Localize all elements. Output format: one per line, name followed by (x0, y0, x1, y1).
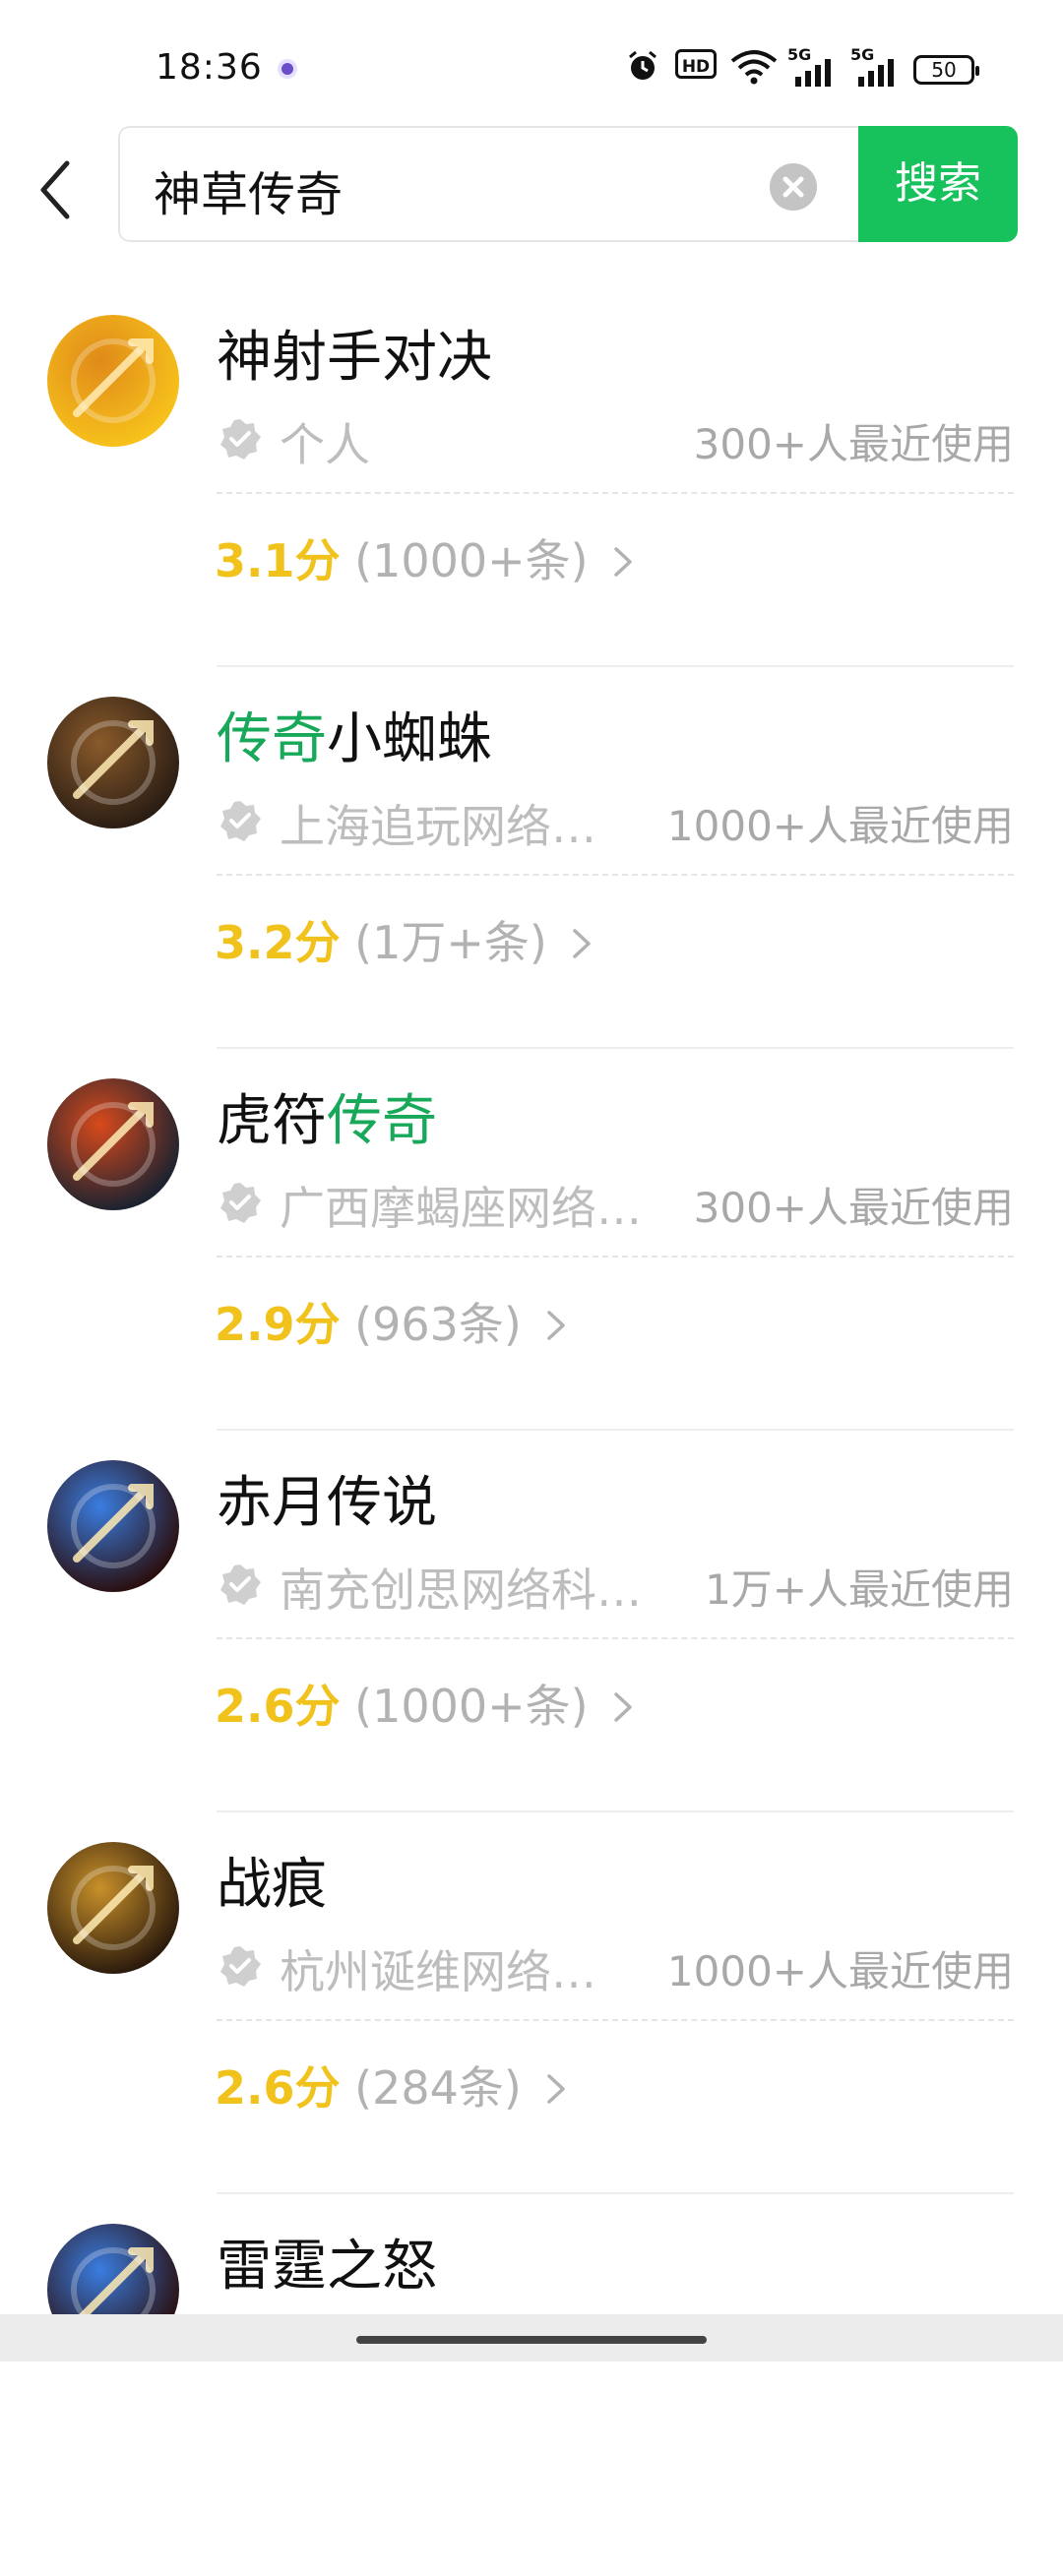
review-count: (284条) (354, 2061, 522, 2115)
recent-users-count: 1000+人最近使用 (666, 802, 1014, 850)
chevron-right-icon (614, 547, 633, 577)
rating-link[interactable]: 2.9分 (963条) (215, 1289, 569, 1354)
rating-score: 3.2分 (215, 916, 341, 969)
review-count: (1000+条) (354, 534, 589, 587)
status-bar: 18:36 HD 5G 5G 50 (0, 0, 1063, 118)
result-title-prefix: 神射手对决 (217, 326, 492, 390)
rating-link[interactable]: 2.6分 (1000+条) (215, 1671, 636, 1736)
chevron-right-icon (614, 1692, 633, 1722)
recent-users-count: 300+人最近使用 (693, 420, 1014, 468)
notification-dot-icon (278, 59, 297, 79)
colorful-dragon-game-icon[interactable] (47, 1460, 179, 1592)
result-item[interactable]: 战痕 杭州诞维网络… 1000+人最近使用 2.6分 (284条) (0, 1812, 1063, 2194)
legend-glyph-game-icon[interactable] (47, 1842, 179, 1974)
result-title-suffix: 小蜘蛛 (327, 707, 492, 771)
hd-voice-icon: HD (675, 49, 717, 79)
cellular-signal-2-icon: 5G (850, 45, 902, 89)
rating-link[interactable]: 3.2分 (1万+条) (215, 907, 594, 972)
rating-link[interactable]: 2.6分 (284条) (215, 2053, 569, 2117)
cellular-signal-1-icon: 5G (787, 45, 839, 89)
review-count: (963条) (354, 1298, 522, 1351)
bow-arrow-game-icon[interactable] (47, 315, 179, 447)
result-item[interactable]: 雷霆之怒 (0, 2194, 1063, 2576)
search-results-list: 神射手对决 个人 300+人最近使用 3.1分 (1000+条) 传奇小蜘蛛 上… (0, 285, 1063, 2576)
result-title[interactable]: 传奇小蜘蛛 (217, 695, 492, 774)
result-title[interactable]: 雷霆之怒 (217, 2222, 437, 2301)
rating-link[interactable]: 3.1分 (1000+条) (215, 525, 636, 590)
developer-name: 个人 (280, 418, 370, 471)
chevron-right-icon (547, 1311, 566, 1340)
result-item[interactable]: 神射手对决 个人 300+人最近使用 3.1分 (1000+条) (0, 285, 1063, 667)
wifi-icon (730, 50, 778, 85)
result-title[interactable]: 虎符传奇 (217, 1076, 437, 1156)
result-title[interactable]: 战痕 (217, 1840, 327, 1920)
dragon-glyph-game-icon[interactable] (47, 697, 179, 828)
result-title-highlight: 传奇 (327, 1089, 437, 1153)
result-title-prefix: 雷霆之怒 (217, 2235, 437, 2299)
result-item[interactable]: 传奇小蜘蛛 上海追玩网络… 1000+人最近使用 3.2分 (1万+条) (0, 667, 1063, 1049)
verified-badge-icon (220, 801, 261, 841)
verified-badge-icon (220, 1564, 261, 1605)
result-item[interactable]: 赤月传说 南充创思网络科… 1万+人最近使用 2.6分 (1000+条) (0, 1431, 1063, 1812)
navigation-bar (0, 2314, 1063, 2361)
chevron-right-icon (547, 2074, 566, 2104)
status-time: 18:36 (156, 47, 263, 88)
developer-name: 南充创思网络科… (280, 1564, 642, 1617)
result-title[interactable]: 赤月传说 (217, 1458, 437, 1538)
review-count: (1万+条) (354, 916, 547, 969)
search-query-text[interactable]: 神草传奇 (154, 155, 343, 224)
developer-name: 杭州诞维网络… (280, 1945, 596, 1998)
result-item[interactable]: 虎符传奇 广西摩蝎座网络… 300+人最近使用 2.9分 (963条) (0, 1049, 1063, 1431)
recent-users-count: 1000+人最近使用 (666, 1947, 1014, 1995)
developer-name: 上海追玩网络… (280, 800, 596, 853)
rating-score: 2.6分 (215, 2061, 341, 2115)
rating-score: 2.9分 (215, 1298, 341, 1351)
review-count: (1000+条) (354, 1680, 589, 1733)
verified-badge-icon (220, 419, 261, 460)
recent-users-count: 1万+人最近使用 (705, 1565, 1014, 1614)
result-title-prefix: 虎符 (217, 1089, 327, 1153)
dashed-divider (217, 2019, 1014, 2021)
result-title-highlight: 传奇 (217, 707, 327, 771)
dashed-divider (217, 874, 1014, 876)
back-arrow-icon[interactable] (33, 155, 83, 224)
developer-name: 广西摩蝎座网络… (280, 1182, 642, 1235)
flame-blade-game-icon[interactable] (47, 1078, 179, 1210)
verified-badge-icon (220, 1183, 261, 1223)
alarm-icon (629, 50, 657, 80)
dashed-divider (217, 492, 1014, 494)
result-title[interactable]: 神射手对决 (217, 313, 492, 393)
search-bar: 神草传奇 搜索 (0, 118, 1063, 246)
rating-score: 2.6分 (215, 1680, 341, 1733)
home-gesture-handle[interactable] (356, 2336, 707, 2344)
rating-score: 3.1分 (215, 534, 341, 587)
search-button[interactable]: 搜索 (858, 126, 1018, 242)
dashed-divider (217, 1256, 1014, 1257)
result-title-prefix: 赤月传说 (217, 1471, 437, 1535)
dashed-divider (217, 1637, 1014, 1639)
battery-icon: 50 (913, 55, 979, 85)
result-title-prefix: 战痕 (217, 1853, 327, 1917)
clear-search-icon[interactable] (770, 163, 817, 211)
chevron-right-icon (573, 929, 592, 958)
verified-badge-icon (220, 1946, 261, 1987)
recent-users-count: 300+人最近使用 (693, 1184, 1014, 1232)
